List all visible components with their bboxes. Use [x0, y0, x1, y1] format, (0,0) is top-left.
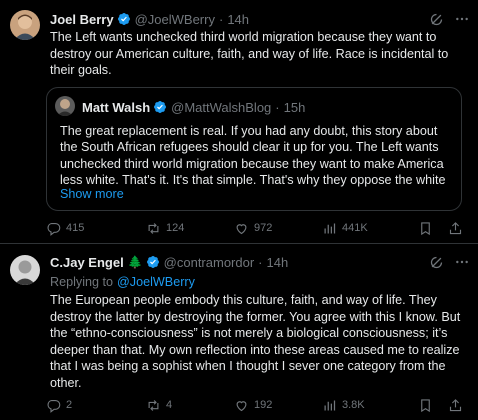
tweet-header: Joel Berry @JoelWBerry · 14h — [50, 10, 249, 28]
reply-button[interactable]: 415 — [46, 221, 84, 236]
reply-count: 2 — [66, 399, 73, 411]
replying-to-label: Replying to — [50, 275, 114, 289]
reply-icon — [46, 221, 61, 236]
timestamp[interactable]: 14h — [267, 255, 289, 270]
bookmark-icon — [418, 221, 433, 236]
verified-badge-icon — [146, 255, 160, 269]
reply-button[interactable]: 2 — [46, 398, 72, 413]
tweet-cjay-engel[interactable]: C.Jay Engel 🌲 @contramordor · 14h Replyi… — [0, 244, 478, 420]
avatar[interactable] — [10, 255, 40, 285]
quote-author-name: Matt Walsh — [82, 99, 151, 115]
grok-icon[interactable] — [428, 254, 444, 270]
separator-dot: · — [258, 254, 263, 270]
repost-count: 124 — [166, 222, 185, 234]
views-count: 3.8K — [342, 399, 365, 411]
repost-button[interactable]: 124 — [146, 221, 184, 236]
tweet-header: C.Jay Engel 🌲 @contramordor · 14h — [50, 253, 288, 271]
views-button[interactable]: 441K — [322, 221, 368, 236]
verified-badge-icon — [153, 100, 167, 114]
bookmark-icon — [418, 398, 433, 413]
like-button[interactable]: 192 — [234, 398, 272, 413]
tweet-header-actions — [428, 254, 470, 270]
author-name[interactable]: C.Jay Engel — [50, 255, 124, 270]
quote-header: Matt Walsh @MattWalshBlog · 15h — [82, 98, 305, 116]
reply-count: 415 — [66, 222, 85, 234]
author-handle[interactable]: @JoelWBerry — [135, 12, 215, 27]
views-count: 441K — [342, 222, 368, 234]
views-icon — [322, 221, 337, 236]
tweet-actions: 415 124 972 441K — [46, 219, 466, 237]
tweet-actions: 2 4 192 3.8K — [46, 396, 466, 414]
like-icon — [234, 398, 249, 413]
author-handle[interactable]: @contramordor — [164, 255, 255, 270]
timestamp[interactable]: 14h — [227, 12, 249, 27]
share-icon — [448, 221, 463, 236]
like-icon — [234, 221, 249, 236]
like-count: 972 — [254, 222, 273, 234]
like-button[interactable]: 972 — [234, 221, 272, 236]
show-more-link[interactable]: Show more — [60, 187, 124, 201]
tweet-text: The European people embody this culture,… — [50, 293, 461, 390]
repost-button[interactable]: 4 — [146, 398, 172, 413]
author-emoji: 🌲 — [127, 255, 143, 269]
share-button[interactable] — [448, 221, 463, 236]
tweet-text: The Left wants unchecked third world mig… — [50, 30, 449, 78]
replying-to: Replying to @JoelWBerry — [50, 273, 195, 291]
tweet-header-actions — [428, 11, 470, 27]
quote-avatar — [55, 96, 75, 116]
verified-badge-icon — [117, 12, 131, 26]
like-count: 192 — [254, 399, 273, 411]
separator-dot: · — [218, 11, 224, 27]
share-button[interactable] — [448, 398, 463, 413]
quote-text: The great replacement is real. If you ha… — [60, 124, 446, 187]
views-button[interactable]: 3.8K — [322, 398, 365, 413]
bookmark-button[interactable] — [418, 221, 433, 236]
repost-icon — [146, 398, 161, 413]
avatar[interactable] — [10, 10, 40, 40]
quote-timestamp: 15h — [283, 99, 306, 115]
reply-icon — [46, 398, 61, 413]
quoted-tweet[interactable]: Matt Walsh @MattWalshBlog · 15h The grea… — [46, 87, 462, 211]
grok-icon[interactable] — [428, 11, 444, 27]
replying-to-handle[interactable]: @JoelWBerry — [117, 275, 195, 289]
quote-author-handle: @MattWalshBlog — [171, 99, 272, 115]
views-icon — [322, 398, 337, 413]
more-icon[interactable] — [454, 11, 470, 27]
repost-icon — [146, 221, 161, 236]
bookmark-button[interactable] — [418, 398, 433, 413]
repost-count: 4 — [166, 399, 173, 411]
share-icon — [448, 398, 463, 413]
tweet-joel-berry[interactable]: Joel Berry @JoelWBerry · 14h The Left wa… — [0, 0, 478, 243]
author-name[interactable]: Joel Berry — [50, 12, 114, 27]
separator-dot: · — [275, 99, 280, 115]
more-icon[interactable] — [454, 254, 470, 270]
